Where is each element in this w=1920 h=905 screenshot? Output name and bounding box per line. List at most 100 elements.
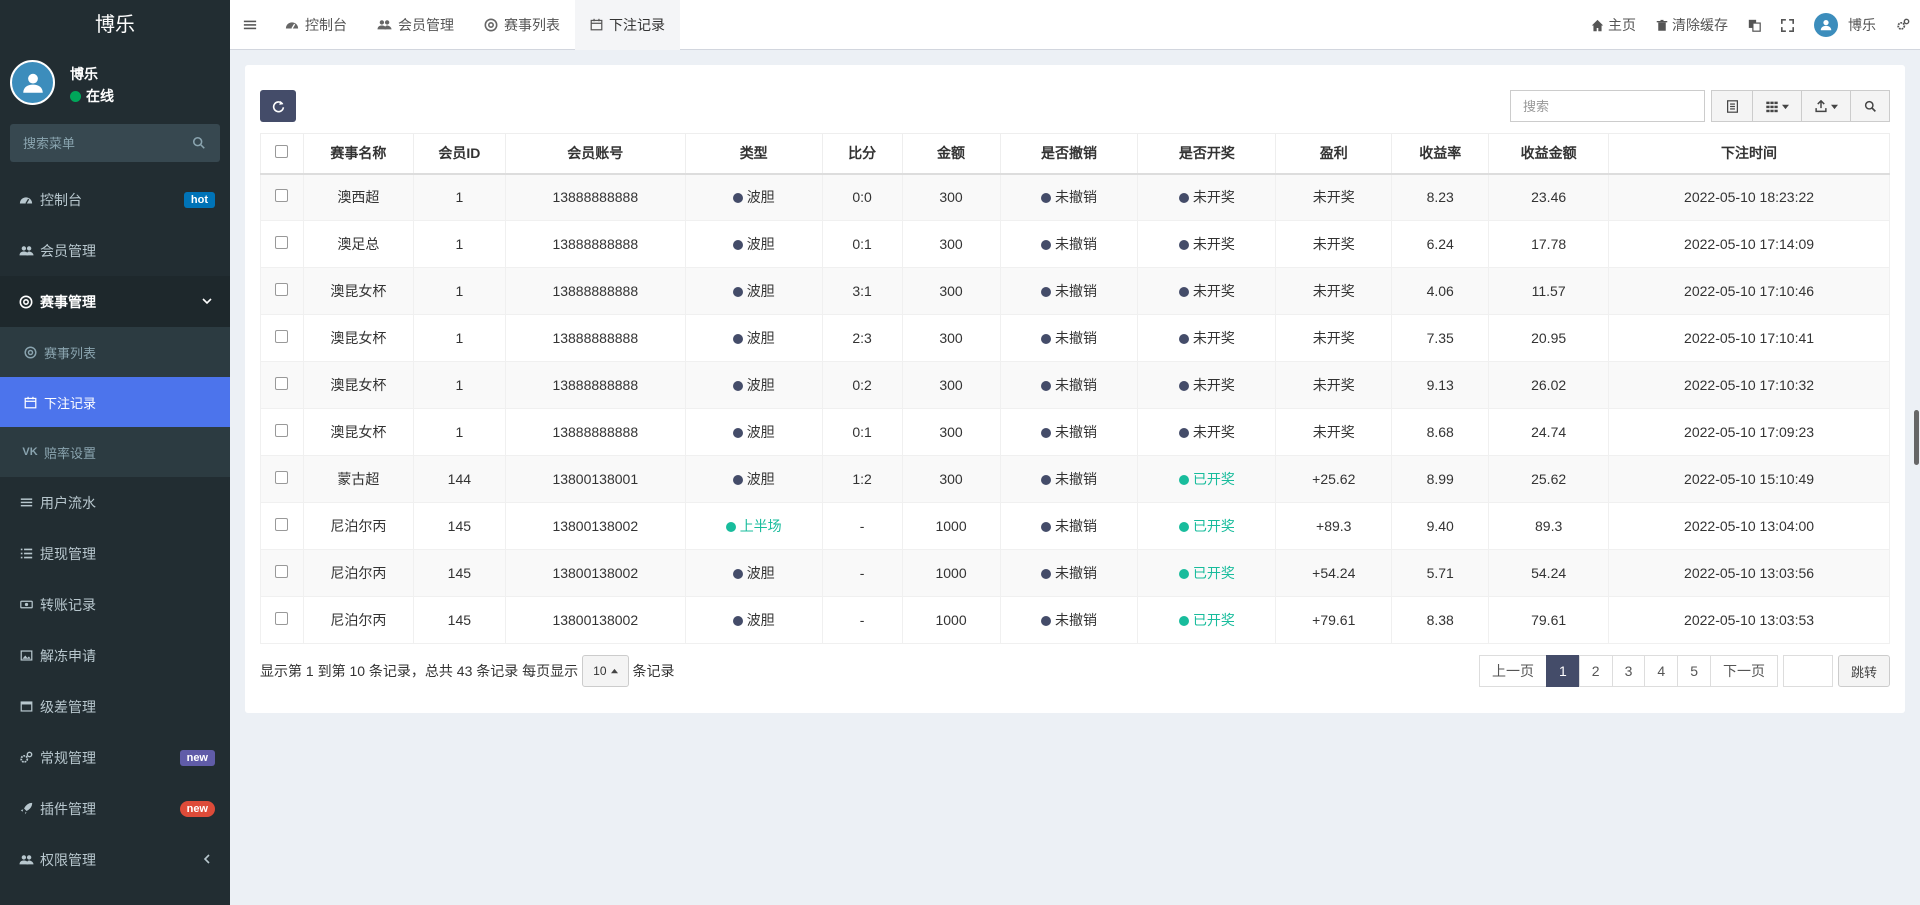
grid-icon — [1766, 101, 1778, 112]
table-row[interactable]: 尼泊尔丙 145 13800138002 波胆 -1000 未撤销 已开奖 +54.24 5.7… — [260, 549, 1890, 597]
fullscreen-button[interactable] — [1771, 0, 1804, 50]
table-row[interactable]: 澳西超 1 13888888888 波胆 0:0 300 未撤销 未开奖 未开奖 8.23 23.4… — [260, 173, 1890, 221]
columns-button[interactable] — [1752, 90, 1802, 122]
sidebar-item-general[interactable]: 常规管理 new — [0, 732, 230, 783]
clear-cache-button[interactable]: 清除缓存 — [1646, 0, 1738, 50]
jump-button[interactable]: 跳转 — [1838, 655, 1890, 687]
page-button[interactable]: 1 — [1546, 655, 1580, 687]
row-checkbox[interactable] — [275, 612, 289, 625]
table-row[interactable]: 澳足总 1 13888888888 波胆 0:1 300 未撤销 未开奖 未开奖 6.24 17.7… — [260, 220, 1890, 268]
sidebar-item-bet-records[interactable]: 下注记录 — [0, 377, 230, 427]
sidebar-item-events[interactable]: 赛事管理 — [0, 276, 230, 327]
cell-member-id: 145 — [412, 596, 506, 644]
column-header[interactable]: 赛事名称 — [302, 133, 414, 175]
column-header[interactable]: 比分 — [821, 133, 903, 175]
select-all-checkbox[interactable] — [275, 145, 289, 159]
cell-member-id: 1 — [412, 314, 506, 362]
sidebar-item-transfers[interactable]: 转账记录 — [0, 579, 230, 630]
table-search-input[interactable] — [1510, 90, 1705, 122]
table-row[interactable]: 尼泊尔丙 145 13800138002 上半场 -1000 未撤销 已开奖 +89.3 9.4… — [260, 502, 1890, 550]
status-dot-icon — [1178, 475, 1189, 485]
cell-time: 2022-05-10 17:10:46 — [1608, 267, 1890, 315]
export-button[interactable] — [1801, 90, 1851, 122]
page-size-select[interactable]: 10 — [582, 655, 629, 687]
sidebar-item-members[interactable]: 会员管理 — [0, 225, 230, 276]
column-header[interactable]: 会员账号 — [504, 133, 686, 175]
settings-button[interactable] — [1886, 0, 1920, 50]
user-menu[interactable]: 博乐 — [1804, 0, 1886, 50]
page-scrollbar[interactable] — [1914, 50, 1920, 905]
sidebar-item-plugins[interactable]: 插件管理 new — [0, 783, 230, 834]
table-row[interactable]: 尼泊尔丙 145 13800138002 波胆 -1000 未撤销 已开奖 +79.61 8.3… — [260, 596, 1890, 644]
column-header[interactable]: 收益率 — [1391, 133, 1490, 175]
cell-account: 13888888888 — [504, 361, 686, 409]
toolbar-button-group — [1711, 90, 1851, 122]
table-row[interactable]: 澳昆女杯 1 13888888888 波胆 3:1 300 未撤销 未开奖 未开奖 4.06 11.… — [260, 267, 1890, 315]
sidebar-item-level-diff[interactable]: 级差管理 — [0, 681, 230, 732]
cell-drawn: 未开奖 — [1137, 408, 1277, 456]
status-dot-icon — [732, 475, 743, 485]
language-button[interactable] — [1738, 0, 1771, 50]
row-checkbox[interactable] — [275, 283, 289, 296]
row-checkbox[interactable] — [275, 565, 289, 578]
column-header[interactable]: 会员ID — [412, 133, 506, 175]
column-header[interactable]: 盈利 — [1275, 133, 1393, 175]
column-header[interactable]: 下注时间 — [1608, 133, 1890, 175]
jump-page-input[interactable] — [1783, 655, 1833, 687]
home-link[interactable]: 主页 — [1581, 0, 1646, 50]
table-row[interactable]: 澳昆女杯 1 13888888888 波胆 0:2 300 未撤销 未开奖 未开奖 9.13 26.… — [260, 361, 1890, 409]
search-icon[interactable] — [192, 136, 206, 150]
row-checkbox[interactable] — [275, 236, 289, 249]
cell-score: 0:0 — [821, 173, 903, 221]
column-header[interactable]: 是否撤销 — [999, 133, 1139, 175]
refresh-button[interactable] — [260, 90, 296, 122]
logo[interactable]: 博乐 — [0, 0, 230, 50]
chevron-left-icon[interactable] — [202, 853, 212, 867]
sidebar-item-user-flow[interactable]: 用户流水 — [0, 477, 230, 528]
sidebar-search-input[interactable] — [10, 124, 220, 162]
column-header[interactable]: 金额 — [901, 133, 1001, 175]
sidebar-item-unfreeze[interactable]: 解冻申请 — [0, 630, 230, 681]
column-header[interactable]: 是否开奖 — [1137, 133, 1277, 175]
column-header[interactable]: 类型 — [684, 133, 823, 175]
cell-type: 波胆 — [684, 361, 823, 409]
table-row[interactable]: 澳昆女杯 1 13888888888 波胆 0:1 300 未撤销 未开奖 未开奖 8.68 24.… — [260, 408, 1890, 456]
prev-page-button[interactable]: 上一页 — [1479, 655, 1547, 687]
scrollbar-thumb[interactable] — [1914, 410, 1919, 465]
sidebar-item-odds-settings[interactable]: VK 赔率设置 — [0, 427, 230, 477]
row-checkbox[interactable] — [275, 424, 289, 437]
header-right: 主页 清除缓存 博乐 — [1581, 0, 1920, 50]
column-header[interactable]: 收益金额 — [1488, 133, 1610, 175]
sidebar-item-permissions[interactable]: 权限管理 — [0, 834, 230, 885]
page-button[interactable]: 5 — [1677, 655, 1711, 687]
table-row[interactable]: 澳昆女杯 1 13888888888 波胆 2:3 300 未撤销 未开奖 未开奖 7.35 20.… — [260, 314, 1890, 362]
row-checkbox[interactable] — [275, 189, 289, 203]
dashboard-icon — [18, 192, 34, 208]
menu-toggle-icon[interactable] — [230, 0, 270, 50]
gears-icon — [1897, 18, 1910, 30]
sidebar-item-dashboard[interactable]: 控制台 hot — [0, 174, 230, 225]
row-checkbox[interactable] — [275, 518, 289, 531]
tab-members[interactable]: 会员管理 — [362, 0, 469, 50]
row-checkbox[interactable] — [275, 330, 289, 343]
page-button[interactable]: 3 — [1611, 655, 1646, 687]
tab-bet-records[interactable]: 下注记录 — [575, 0, 680, 50]
page-button[interactable]: 4 — [1644, 655, 1679, 687]
user-icon — [1820, 20, 1832, 31]
cell-rate: 8.23 — [1391, 173, 1490, 221]
advanced-search-button[interactable] — [1850, 90, 1890, 122]
status-dot-icon — [732, 569, 743, 579]
cell-amount: 300 — [901, 267, 1001, 315]
sidebar-item-event-list[interactable]: 赛事列表 — [0, 327, 230, 377]
next-page-button[interactable]: 下一页 — [1709, 655, 1778, 687]
page-button[interactable]: 2 — [1578, 655, 1613, 687]
row-checkbox[interactable] — [275, 377, 289, 390]
toggle-view-button[interactable] — [1711, 90, 1753, 122]
tab-dashboard[interactable]: 控制台 — [270, 0, 362, 50]
sidebar-item-withdrawals[interactable]: 提现管理 — [0, 528, 230, 579]
cell-profit: +79.61 — [1275, 596, 1393, 644]
status-dot-icon — [725, 522, 736, 532]
table-row[interactable]: 蒙古超 144 13800138001 波胆 1:2 300 未撤销 已开奖 +25.62 8.9… — [260, 455, 1890, 503]
tab-event-list[interactable]: 赛事列表 — [469, 0, 575, 50]
row-checkbox[interactable] — [275, 471, 289, 484]
